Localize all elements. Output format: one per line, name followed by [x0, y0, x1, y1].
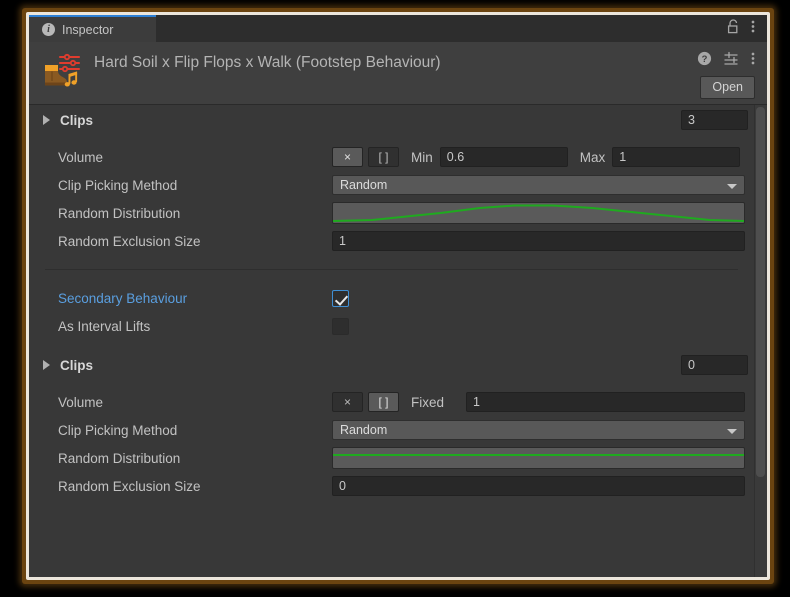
- volume-random-range-button[interactable]: ×: [332, 392, 363, 412]
- inspector-content: Clips 3 Volume × [ ] Min 0.6 Max 1 Clip …: [29, 105, 754, 577]
- as-interval-lifts-field: [332, 317, 754, 335]
- volume-fixed-input[interactable]: 1: [466, 392, 745, 412]
- random-distribution-primary-field: [332, 202, 754, 224]
- volume-secondary-label: Volume: [58, 394, 104, 410]
- random-exclusion-primary-input[interactable]: 1: [332, 231, 745, 251]
- chevron-right-icon: [43, 115, 50, 125]
- row-random-exclusion-secondary: Random Exclusion Size 0: [29, 472, 754, 500]
- footstep-behaviour-icon: [41, 50, 83, 92]
- random-distribution-secondary-field: [332, 447, 754, 469]
- row-random-distribution-primary: Random Distribution: [29, 199, 754, 227]
- volume-min-input[interactable]: 0.6: [439, 147, 568, 167]
- lock-open-icon[interactable]: [727, 18, 740, 39]
- object-header-actions: ?: [697, 51, 755, 71]
- tab-inspector-label: Inspector: [62, 22, 114, 37]
- volume-max-input[interactable]: 1: [612, 147, 741, 167]
- row-clip-picking-primary: Clip Picking Method Random: [29, 171, 754, 199]
- volume-fixed-button[interactable]: [ ]: [368, 147, 399, 167]
- clip-picking-secondary-field: Random: [332, 420, 754, 440]
- clip-picking-secondary-value: Random: [340, 423, 388, 437]
- inspector-tab-bar: i Inspector: [29, 15, 767, 42]
- secondary-behaviour-field: [332, 289, 754, 307]
- random-distribution-primary-curve[interactable]: [332, 202, 745, 224]
- clip-picking-primary-dropdown[interactable]: Random: [332, 175, 745, 195]
- open-button[interactable]: Open: [700, 76, 755, 99]
- foldout-clips-secondary[interactable]: Clips 0: [29, 350, 754, 380]
- tab-inspector[interactable]: i Inspector: [29, 15, 156, 42]
- preset-select-icon[interactable]: [724, 51, 739, 71]
- clips-secondary-count-field[interactable]: 0: [681, 355, 748, 375]
- clip-picking-primary-value: Random: [340, 178, 388, 192]
- vertical-scrollbar[interactable]: [754, 105, 767, 577]
- vertical-scrollbar-thumb[interactable]: [756, 107, 765, 477]
- random-exclusion-secondary-field: 0: [332, 476, 754, 496]
- random-distribution-secondary-curve[interactable]: [332, 447, 745, 469]
- object-header: Hard Soil x Flip Flops x Walk (Footstep …: [29, 42, 767, 105]
- row-volume-primary: Volume × [ ] Min 0.6 Max 1: [29, 143, 754, 171]
- inspector-window: i Inspector Hard Soil x Flip Flops x Wal…: [29, 15, 767, 577]
- random-exclusion-primary-label: Random Exclusion Size: [58, 233, 201, 249]
- volume-min-label: Min: [411, 149, 433, 165]
- foldout-clips-secondary-label: Clips: [60, 357, 94, 373]
- foldout-clips-primary-label: Clips: [60, 112, 94, 128]
- foldout-clips-primary[interactable]: Clips 3: [29, 105, 754, 135]
- secondary-behaviour-label[interactable]: Secondary Behaviour: [29, 291, 332, 306]
- inspector-body: Clips 3 Volume × [ ] Min 0.6 Max 1 Clip …: [29, 105, 767, 577]
- secondary-behaviour-checkbox[interactable]: [332, 289, 349, 307]
- random-distribution-primary-label: Random Distribution: [58, 205, 181, 221]
- row-random-distribution-secondary: Random Distribution: [29, 444, 754, 472]
- clip-picking-secondary-label: Clip Picking Method: [58, 422, 178, 438]
- clips-primary-count-field[interactable]: 3: [681, 110, 748, 130]
- volume-fixed-label: Fixed: [411, 394, 445, 410]
- volume-max-label: Max: [579, 149, 606, 165]
- chevron-down-icon: [727, 184, 737, 189]
- page-title: Hard Soil x Flip Flops x Walk (Footstep …: [94, 54, 441, 71]
- volume-primary-mode-toggle: × [ ]: [332, 147, 399, 167]
- kebab-menu-icon[interactable]: [751, 19, 755, 39]
- volume-fixed-button[interactable]: [ ]: [368, 392, 399, 412]
- random-exclusion-secondary-input[interactable]: 0: [332, 476, 745, 496]
- random-exclusion-primary-field: 1: [332, 231, 754, 251]
- chevron-right-icon: [43, 360, 50, 370]
- clip-picking-primary-label: Clip Picking Method: [58, 177, 178, 193]
- row-secondary-behaviour: Secondary Behaviour: [29, 284, 754, 312]
- volume-random-range-button[interactable]: ×: [332, 147, 363, 167]
- volume-primary-field: × [ ] Min 0.6 Max 1: [332, 147, 754, 167]
- as-interval-lifts-checkbox[interactable]: [332, 317, 349, 335]
- clip-picking-secondary-dropdown[interactable]: Random: [332, 420, 745, 440]
- random-distribution-secondary-label: Random Distribution: [58, 450, 181, 466]
- clip-picking-primary-field: Random: [332, 175, 754, 195]
- chevron-down-icon: [727, 429, 737, 434]
- row-as-interval-lifts: As Interval Lifts: [29, 312, 754, 340]
- volume-secondary-mode-toggle: × [ ]: [332, 392, 399, 412]
- row-clip-picking-secondary: Clip Picking Method Random: [29, 416, 754, 444]
- volume-secondary-field: × [ ] Fixed 1: [332, 392, 754, 412]
- kebab-menu-icon[interactable]: [751, 51, 755, 71]
- help-icon[interactable]: ?: [697, 51, 712, 71]
- tab-bar-actions: [727, 15, 767, 42]
- volume-primary-label: Volume: [58, 149, 104, 165]
- random-exclusion-secondary-label: Random Exclusion Size: [58, 478, 201, 494]
- row-random-exclusion-primary: Random Exclusion Size 1: [29, 227, 754, 255]
- tab-bar-spacer: [156, 15, 727, 42]
- svg-text:?: ?: [702, 54, 708, 65]
- info-icon: i: [42, 23, 55, 36]
- row-volume-secondary: Volume × [ ] Fixed 1: [29, 388, 754, 416]
- as-interval-lifts-label: As Interval Lifts: [58, 318, 151, 334]
